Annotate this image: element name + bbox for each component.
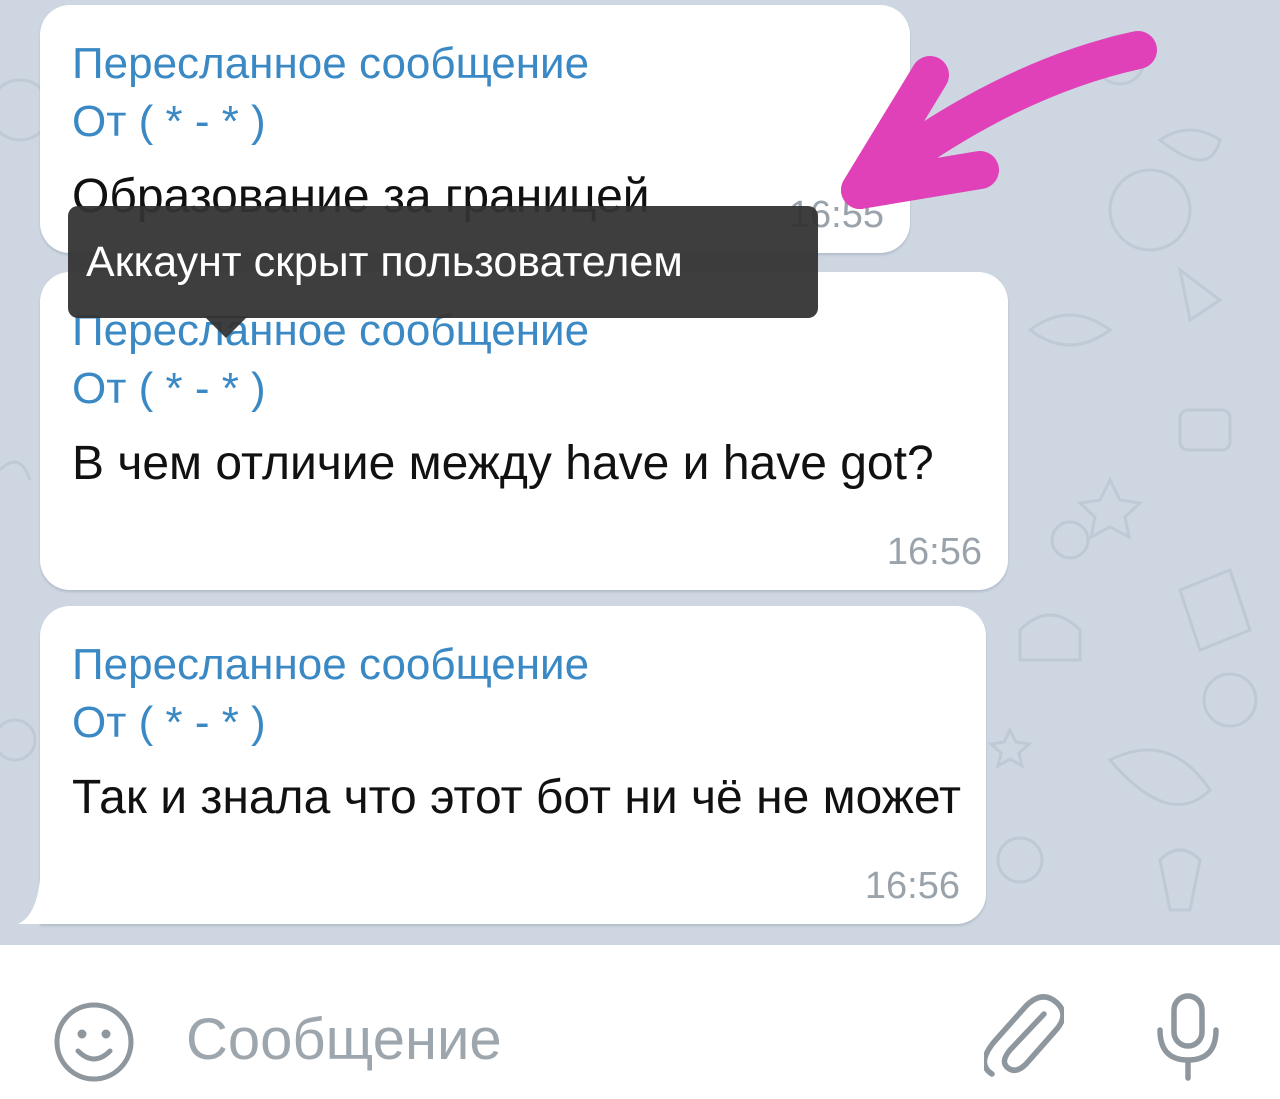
annotation-arrow	[841, 31, 1157, 209]
smiley-icon[interactable]	[52, 1000, 136, 1084]
paperclip-icon[interactable]	[984, 994, 1064, 1078]
message-bubble[interactable]: Пересланное сообщение От ( * - * ) В чем…	[40, 272, 1008, 590]
message-time: 16:56	[864, 865, 960, 907]
forwarded-label: Пересланное сообщение	[72, 640, 590, 689]
forwarded-from-link[interactable]: От ( * - * )	[72, 93, 878, 151]
hidden-account-tooltip: Аккаунт скрыт пользователем	[68, 206, 818, 318]
forwarded-from-link[interactable]: От ( * - * )	[72, 694, 954, 752]
microphone-icon[interactable]	[1152, 992, 1224, 1082]
tooltip-pointer	[204, 316, 248, 338]
message-text: В чем отличие между have и have got?	[72, 437, 934, 490]
forwarded-label: Пересланное сообщение	[72, 39, 590, 88]
message-bubble[interactable]: Пересланное сообщение От ( * - * ) Так и…	[40, 606, 986, 924]
message-time: 16:56	[886, 531, 982, 573]
message-text: Так и знала что этот бот ни чё не может	[72, 771, 961, 824]
forwarded-from-link[interactable]: От ( * - * )	[72, 360, 976, 418]
bubble-tail	[18, 880, 40, 924]
message-input[interactable]	[186, 1004, 946, 1074]
